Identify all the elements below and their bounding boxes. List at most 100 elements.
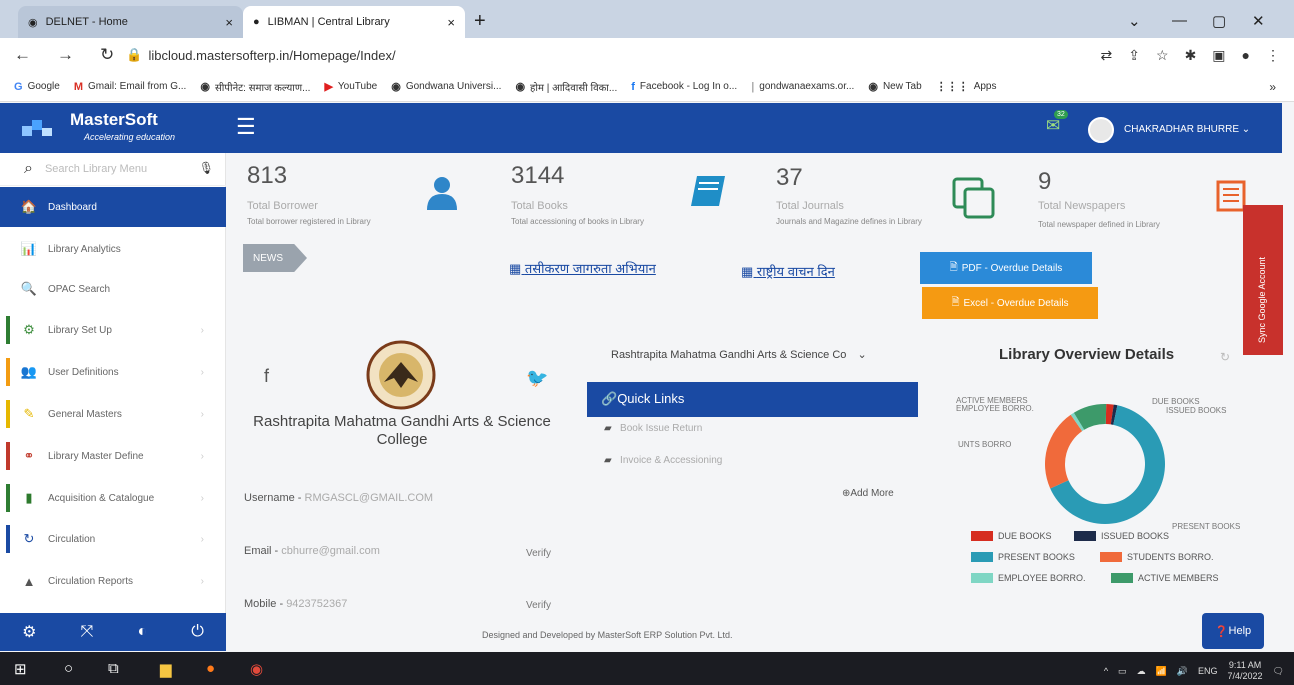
- logo-mark-icon: [22, 120, 52, 136]
- new-tab-button[interactable]: +: [474, 10, 486, 33]
- more-bookmarks-icon[interactable]: »: [1269, 80, 1276, 94]
- minimize-icon[interactable]: —: [1172, 12, 1187, 29]
- legend-employee-borrowers[interactable]: EMPLOYEE BORRO.: [971, 573, 1086, 583]
- clock[interactable]: 9:11 AM 7/4/2022: [1228, 660, 1263, 682]
- sidebar-item-general-masters[interactable]: ✎ General Masters ›: [0, 394, 226, 434]
- menu-icon[interactable]: ⋮: [1266, 47, 1280, 64]
- bookmark-gmail[interactable]: M Gmail: Email from G...: [74, 81, 187, 93]
- refresh-icon[interactable]: ↻: [1220, 350, 1230, 364]
- add-more-button[interactable]: ⊕Add More: [842, 488, 894, 499]
- news-link-vaccination[interactable]: ▦ तसीकरण जागरुता अभियान: [509, 259, 656, 277]
- chrome-icon[interactable]: ◉: [250, 660, 263, 678]
- tab-delnet[interactable]: ◉ DELNET - Home ×: [18, 6, 243, 38]
- volume-icon[interactable]: 🔊: [1177, 666, 1188, 677]
- bookmark-adivasi[interactable]: ◉ होम | आदिवासी विका...: [515, 80, 617, 94]
- bookmark-apps[interactable]: ⋮⋮⋮ Apps: [936, 80, 997, 93]
- back-icon[interactable]: ←: [14, 45, 31, 65]
- quick-links-header: 🔗Quick Links: [587, 382, 918, 417]
- bookmark-newtab[interactable]: ◉ New Tab: [868, 80, 921, 93]
- bookmark-gondwana[interactable]: ◉ Gondwana Universi...: [391, 80, 501, 93]
- extensions-icon[interactable]: ✱: [1185, 47, 1197, 64]
- edit-icon: ✎: [23, 406, 35, 421]
- tray-arrow-icon[interactable]: ^: [1104, 666, 1108, 676]
- windows-start-icon[interactable]: ⊞: [14, 660, 27, 678]
- close-tab-icon[interactable]: ×: [225, 15, 233, 30]
- legend-issued-books[interactable]: ISSUED BOOKS: [1074, 531, 1169, 541]
- reload-icon[interactable]: ↻: [100, 45, 114, 65]
- close-tab-icon[interactable]: ×: [447, 15, 455, 30]
- chevron-right-icon: ›: [200, 533, 204, 545]
- bookmark-facebook[interactable]: f Facebook - Log In o...: [631, 81, 737, 93]
- donut-slice-students-borro-[interactable]: [1045, 414, 1083, 489]
- verify-mobile-link[interactable]: Verify: [526, 600, 551, 611]
- sidebar-item-circulation[interactable]: ↻ Circulation ›: [0, 519, 226, 559]
- firefox-icon[interactable]: ●: [206, 660, 215, 677]
- excel-overdue-button[interactable]: 🗎 Excel - Overdue Details: [922, 287, 1098, 319]
- question-icon: ❓: [1214, 625, 1229, 638]
- task-view-icon[interactable]: ⧉: [108, 660, 119, 677]
- hamburger-menu-icon[interactable]: ☰: [236, 114, 256, 140]
- url-field[interactable]: libcloud.mastersofterp.in/Homepage/Index…: [148, 48, 395, 63]
- mail-icon[interactable]: ✉: [1046, 116, 1060, 136]
- notifications-icon[interactable]: 🗨: [1273, 666, 1284, 677]
- sidebar-item-library-setup[interactable]: ⚙ Library Set Up ›: [0, 310, 226, 350]
- file-explorer-icon[interactable]: ▆: [160, 660, 172, 678]
- language-indicator[interactable]: ENG: [1198, 666, 1218, 676]
- window-close-icon[interactable]: ✕: [1252, 12, 1265, 30]
- tab-libman[interactable]: ● LIBMAN | Central Library ×: [243, 6, 465, 38]
- maximize-icon[interactable]: ▢: [1212, 12, 1226, 30]
- fullscreen-icon[interactable]: ⤧: [81, 623, 94, 641]
- star-icon[interactable]: ☆: [1156, 47, 1169, 64]
- tab-search-icon[interactable]: ⌄: [1128, 12, 1141, 30]
- sidebar-item-library-analytics[interactable]: 📊 Library Analytics: [0, 229, 226, 269]
- lock-icon: 🔒: [126, 47, 143, 62]
- sidebar-item-library-master-define[interactable]: ⚭ Library Master Define ›: [0, 436, 226, 476]
- verify-email-link[interactable]: Verify: [526, 548, 551, 559]
- network-icon[interactable]: 📶: [1156, 666, 1167, 677]
- college-logo: [366, 340, 436, 410]
- share-icon[interactable]: ⇪: [1128, 47, 1140, 64]
- bookmark-gondwanaexams[interactable]: | gondwanaexams.or...: [751, 81, 854, 93]
- profile-icon[interactable]: ●: [1242, 47, 1250, 64]
- mastersoft-logo[interactable]: MasterSoft Accelerating education: [22, 108, 202, 146]
- twitter-icon[interactable]: 🐦: [526, 368, 548, 389]
- legend-present-books[interactable]: PRESENT BOOKS: [971, 552, 1075, 562]
- legend-due-books[interactable]: DUE BOOKS: [971, 531, 1052, 541]
- bar-chart-icon: 📊: [20, 241, 38, 256]
- forward-icon[interactable]: →: [57, 45, 74, 65]
- sidebar-item-user-definitions[interactable]: 👥 User Definitions ›: [0, 352, 226, 392]
- tab-label: DELNET - Home: [45, 16, 128, 28]
- sidebar-search[interactable]: ⌕ Search Library Menu 🎙: [0, 153, 226, 186]
- sync-google-account-button[interactable]: Sync Google Account: [1243, 205, 1283, 355]
- legend-students-borrowers[interactable]: STUDENTS BORRO.: [1100, 552, 1214, 562]
- globe-icon: ◉: [515, 81, 526, 93]
- search-input[interactable]: Search Library Menu: [45, 163, 147, 175]
- cloud-icon[interactable]: ☁: [1137, 666, 1146, 677]
- pdf-overdue-button[interactable]: 🗎 PDF - Overdue Details: [920, 252, 1092, 284]
- microphone-icon[interactable]: 🎙: [199, 161, 214, 175]
- bookmark-samaj[interactable]: ◉ सीपीनेट: समाज कल्याण...: [200, 80, 310, 94]
- avatar[interactable]: [1088, 117, 1114, 143]
- battery-icon[interactable]: ▭: [1118, 666, 1127, 677]
- quick-link-invoice[interactable]: ▰ Invoice & Accessioning: [604, 455, 722, 466]
- sidebar-item-opac-search[interactable]: 🔍 OPAC Search: [0, 269, 226, 309]
- college-select[interactable]: Rashtrapita Mahatma Gandhi Arts & Scienc…: [611, 348, 867, 361]
- globe-icon: ◉: [391, 81, 401, 93]
- sidepanel-icon[interactable]: ▣: [1212, 47, 1225, 64]
- power-icon[interactable]: ⏻: [191, 623, 204, 641]
- gear-icon[interactable]: ⚙: [22, 622, 36, 642]
- quick-link-book-issue[interactable]: ▰ Book Issue Return: [604, 423, 702, 434]
- legend-active-members[interactable]: ACTIVE MEMBERS: [1111, 573, 1219, 583]
- sidebar-item-circulation-reports[interactable]: ▲ Circulation Reports ›: [0, 561, 226, 601]
- bookmark-google[interactable]: G Google: [14, 81, 60, 93]
- bookmark-youtube[interactable]: ▶ YouTube: [324, 80, 377, 93]
- facebook-icon[interactable]: f: [264, 366, 269, 387]
- user-name-menu[interactable]: CHAKRADHAR BHURRE ⌄: [1124, 124, 1250, 135]
- sidebar-item-acquisition-catalogue[interactable]: ▮ Acquisition & Catalogue ›: [0, 478, 226, 518]
- search-icon[interactable]: ○: [64, 660, 73, 677]
- sidebar-item-dashboard[interactable]: 🏠 Dashboard: [0, 187, 226, 227]
- news-link-reading-day[interactable]: ▦ राष्ट्रीय वाचन दिन: [741, 262, 835, 280]
- help-button[interactable]: ❓ Help: [1202, 613, 1264, 649]
- translate-icon[interactable]: ⇄: [1101, 47, 1113, 64]
- eye-slash-icon[interactable]: ◐: [137, 623, 147, 641]
